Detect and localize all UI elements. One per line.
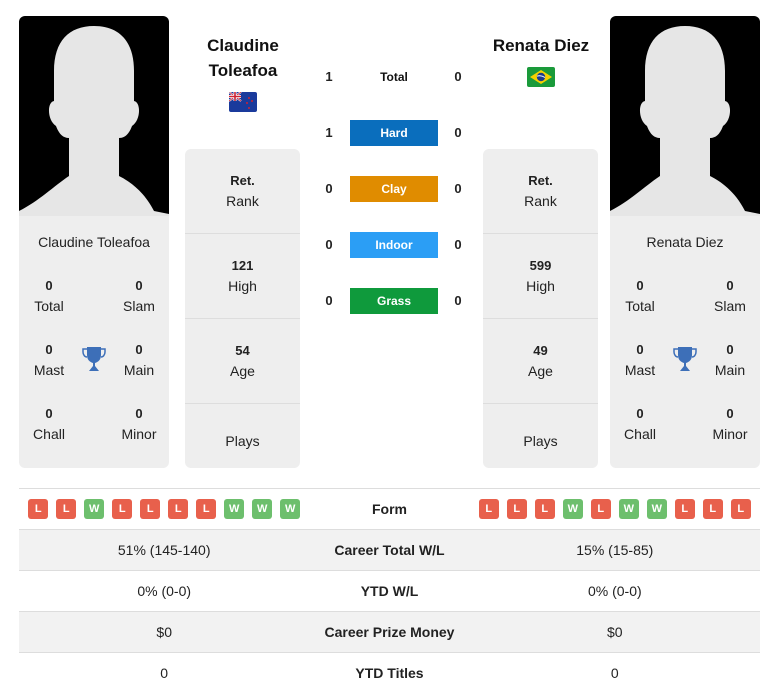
new-zealand-flag-icon bbox=[229, 92, 257, 112]
ytd-titles-label: YTD Titles bbox=[309, 652, 470, 694]
player1-age: 54 Age bbox=[185, 319, 300, 404]
player2-plays: Plays bbox=[523, 433, 558, 449]
player1-total-titles: 0 Total bbox=[34, 278, 64, 314]
player2-main-titles: 0 Main bbox=[714, 342, 746, 378]
form-loss-badge[interactable]: L bbox=[56, 499, 77, 519]
h2h-row-grass: 0 Grass 0 bbox=[310, 288, 480, 314]
form-win-badge[interactable]: W bbox=[224, 499, 245, 519]
comparison-table: LLWLLLLWWW Form LLLWLWWLLL 51% (145-140)… bbox=[19, 488, 760, 694]
form-win-badge[interactable]: W bbox=[618, 499, 639, 519]
form-loss-badge[interactable]: L bbox=[534, 499, 555, 519]
brazil-flag-icon bbox=[527, 67, 555, 87]
player1-masters-titles: 0 Mast bbox=[33, 342, 65, 378]
surface-clay-badge: Clay bbox=[350, 176, 438, 202]
ytd-wl-label: YTD W/L bbox=[309, 570, 470, 612]
player1-info-card: Ret. Rank 121 High 54 Age Plays bbox=[185, 149, 300, 468]
player2-age: 49 Age bbox=[483, 319, 598, 404]
player1-ytd-titles: 0 bbox=[19, 652, 310, 694]
player2-challenger-titles: 0 Chall bbox=[624, 406, 656, 442]
player2-name: Renata Diez bbox=[646, 234, 724, 250]
player2-photo bbox=[610, 16, 760, 216]
career-wl-row: 51% (145-140) Career Total W/L 15% (15-8… bbox=[19, 529, 760, 571]
form-label: Form bbox=[309, 488, 470, 530]
player1-prize-money: $0 bbox=[19, 611, 310, 653]
h2h-row-hard: 1 Hard 0 bbox=[310, 120, 480, 146]
player2-ytd-titles: 0 bbox=[469, 652, 760, 694]
player2-slam-titles: 0 Slam bbox=[714, 278, 746, 314]
prize-money-row: $0 Career Prize Money $0 bbox=[19, 611, 760, 653]
player2-prize-money: $0 bbox=[469, 611, 760, 653]
trophy-icon bbox=[82, 347, 106, 371]
form-win-badge[interactable]: W bbox=[562, 499, 583, 519]
form-loss-badge[interactable]: L bbox=[28, 499, 49, 519]
form-loss-badge[interactable]: L bbox=[112, 499, 133, 519]
player2-info-card: Ret. Rank 599 High 49 Age Plays bbox=[483, 149, 598, 468]
player2-high: 599 High bbox=[483, 234, 598, 319]
player1-high: 121 High bbox=[185, 234, 300, 319]
surface-indoor-badge: Indoor bbox=[350, 232, 438, 258]
form-loss-badge[interactable]: L bbox=[674, 499, 695, 519]
player1-name: Claudine Toleafoa bbox=[38, 234, 150, 250]
ytd-titles-row: 0 YTD Titles 0 bbox=[19, 652, 760, 694]
player2-minor-titles: 0 Minor bbox=[712, 406, 748, 442]
ytd-wl-row: 0% (0-0) YTD W/L 0% (0-0) bbox=[19, 570, 760, 612]
surface-hard-badge: Hard bbox=[350, 120, 438, 146]
form-loss-badge[interactable]: L bbox=[478, 499, 499, 519]
player2-form: LLLWLWWLLL bbox=[478, 499, 751, 519]
player1-titles-card: Claudine Toleafoa 0 Total 0 Slam 0 Mast … bbox=[19, 216, 169, 468]
player1-main-titles: 0 Main bbox=[123, 342, 155, 378]
prize-money-label: Career Prize Money bbox=[309, 611, 470, 653]
player1-slam-titles: 0 Slam bbox=[123, 278, 155, 314]
form-win-badge[interactable]: W bbox=[280, 499, 301, 519]
player2-ytd-wl: 0% (0-0) bbox=[469, 570, 760, 612]
player2-titles-card: Renata Diez 0 Total 0 Slam 0 Mast 0 Main… bbox=[610, 216, 760, 468]
player1-rank: Ret. Rank bbox=[185, 149, 300, 234]
form-loss-badge[interactable]: L bbox=[168, 499, 189, 519]
player1-minor-titles: 0 Minor bbox=[121, 406, 157, 442]
trophy-icon bbox=[673, 347, 697, 371]
form-row: LLWLLLLWWW Form LLLWLWWLLL bbox=[19, 488, 760, 530]
player2-masters-titles: 0 Mast bbox=[624, 342, 656, 378]
form-win-badge[interactable]: W bbox=[84, 499, 105, 519]
player2-title-name[interactable]: Renata Diez bbox=[471, 33, 611, 58]
form-loss-badge[interactable]: L bbox=[140, 499, 161, 519]
form-loss-badge[interactable]: L bbox=[702, 499, 723, 519]
player1-challenger-titles: 0 Chall bbox=[33, 406, 65, 442]
player1-form: LLWLLLLWWW bbox=[28, 499, 301, 519]
career-wl-label: Career Total W/L bbox=[309, 529, 470, 571]
player2-rank: Ret. Rank bbox=[483, 149, 598, 234]
player2-career-wl: 15% (15-85) bbox=[469, 529, 760, 571]
form-loss-badge[interactable]: L bbox=[196, 499, 217, 519]
form-loss-badge[interactable]: L bbox=[590, 499, 611, 519]
form-loss-badge[interactable]: L bbox=[730, 499, 751, 519]
silhouette-icon bbox=[610, 26, 760, 216]
player1-title-name[interactable]: Claudine Toleafoa bbox=[173, 33, 313, 83]
player1-ytd-wl: 0% (0-0) bbox=[19, 570, 310, 612]
surface-grass-badge: Grass bbox=[350, 288, 438, 314]
form-loss-badge[interactable]: L bbox=[506, 499, 527, 519]
form-win-badge[interactable]: W bbox=[252, 499, 273, 519]
player2-total-titles: 0 Total bbox=[625, 278, 655, 314]
silhouette-icon bbox=[19, 26, 169, 216]
h2h-row-total: 1 Total 0 bbox=[310, 64, 480, 90]
h2h-row-indoor: 0 Indoor 0 bbox=[310, 232, 480, 258]
player1-plays: Plays bbox=[225, 433, 260, 449]
player1-career-wl: 51% (145-140) bbox=[19, 529, 310, 571]
surface-total-label: Total bbox=[380, 70, 408, 84]
form-win-badge[interactable]: W bbox=[646, 499, 667, 519]
player1-photo bbox=[19, 16, 169, 216]
h2h-row-clay: 0 Clay 0 bbox=[310, 176, 480, 202]
